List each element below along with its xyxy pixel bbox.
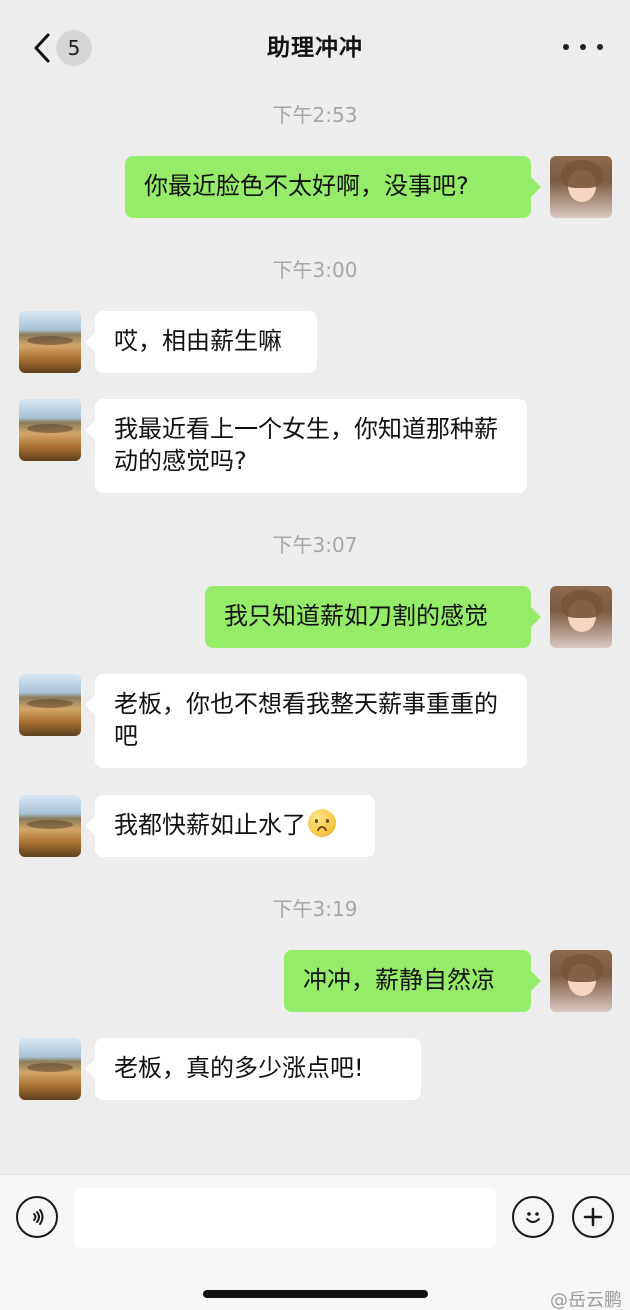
timestamp: 下午2:53: [272, 103, 358, 127]
voice-input-button[interactable]: [16, 1196, 58, 1238]
weibo-watermark: @岳云鹏: [550, 1290, 622, 1310]
message-bubble-outgoing[interactable]: 你最近脸色不太好啊，没事吧?: [125, 156, 541, 218]
message-text: 哎，相由薪生嘛: [114, 327, 282, 355]
more-icon-dot: [580, 44, 586, 50]
contact-avatar[interactable]: [19, 795, 81, 857]
emoji-button[interactable]: [512, 1196, 554, 1238]
message-text: 冲冲，薪静自然凉: [303, 966, 495, 994]
message-bubble-incoming[interactable]: 我都快薪如止水了: [85, 795, 375, 857]
my-avatar[interactable]: [550, 156, 612, 218]
more-icon: [563, 44, 569, 50]
contact-avatar[interactable]: [19, 674, 81, 736]
contact-avatar[interactable]: [19, 311, 81, 373]
message-text: 老板，真的多少涨点吧!: [114, 1054, 364, 1082]
message-composer: @岳云鹏: [0, 1174, 630, 1310]
message-bubble-incoming[interactable]: 我最近看上一个女生，你知道那种薪动的感觉吗?: [85, 399, 527, 493]
message-text: 我最近看上一个女生，你知道那种薪动的感觉吗?: [114, 415, 498, 475]
chat-title: 助理冲冲: [267, 35, 363, 61]
timestamp: 下午3:07: [272, 533, 358, 557]
emoji-icon: [526, 1212, 540, 1223]
voice-icon: [33, 1209, 44, 1225]
timestamp: 下午3:00: [272, 258, 358, 282]
message-bubble-incoming[interactable]: 老板，你也不想看我整天薪事重重的吧: [85, 674, 527, 768]
message-bubble-outgoing[interactable]: 冲冲，薪静自然凉: [284, 950, 541, 1012]
more-button[interactable]: [563, 34, 603, 60]
message-input[interactable]: [74, 1188, 496, 1248]
message-text: 我都快薪如止水了: [114, 811, 306, 839]
chat-header: 5 助理冲冲: [0, 0, 630, 96]
chevron-left-icon: [34, 33, 50, 63]
plus-icon: [583, 1207, 603, 1227]
timestamp: 下午3:19: [272, 897, 358, 921]
pleading-face-emoji-icon: [308, 809, 336, 837]
message-text: 你最近脸色不太好啊，没事吧?: [144, 172, 469, 200]
message-bubble-outgoing[interactable]: 我只知道薪如刀割的感觉: [205, 586, 541, 648]
chat-screen: 5 助理冲冲 下午2:53 你最近脸色不太好啊，没事吧? 下午3:00 哎，相由…: [0, 0, 630, 1310]
contact-avatar[interactable]: [19, 1038, 81, 1100]
unread-count-badge: 5: [56, 30, 92, 66]
back-button[interactable]: [28, 30, 56, 66]
home-indicator: [203, 1290, 428, 1298]
my-avatar[interactable]: [550, 950, 612, 1012]
more-icon-dot: [597, 44, 603, 50]
contact-avatar[interactable]: [19, 399, 81, 461]
my-avatar[interactable]: [550, 586, 612, 648]
message-bubble-incoming[interactable]: 老板，真的多少涨点吧!: [85, 1038, 421, 1100]
message-text: 老板，你也不想看我整天薪事重重的吧: [114, 690, 498, 750]
message-bubble-incoming[interactable]: 哎，相由薪生嘛: [85, 311, 317, 373]
more-options-button[interactable]: [572, 1196, 614, 1238]
message-text: 我只知道薪如刀割的感觉: [224, 602, 488, 630]
